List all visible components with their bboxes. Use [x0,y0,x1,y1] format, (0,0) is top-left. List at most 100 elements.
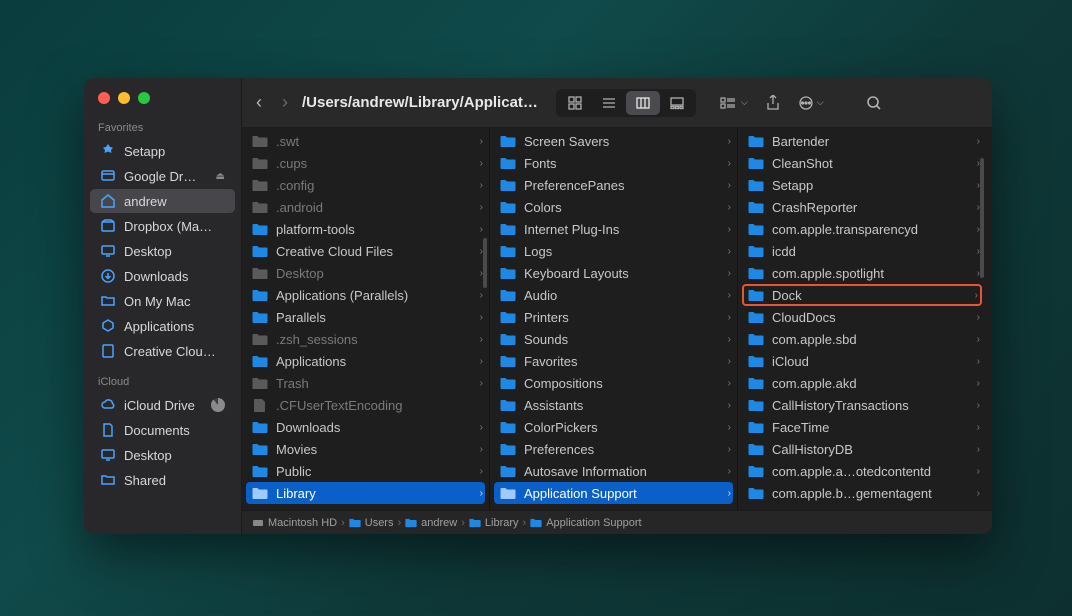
folder-item[interactable]: com.apple.transparencyd› [738,218,986,240]
folder-item[interactable]: Parallels› [242,306,489,328]
folder-item[interactable]: Keyboard Layouts› [490,262,737,284]
folder-item[interactable]: CrashReporter› [738,196,986,218]
folder-item[interactable]: Favorites› [490,350,737,372]
path-segment[interactable]: Application Support [530,517,641,529]
path-segment[interactable]: Users [349,517,394,529]
folder-item[interactable]: .config› [242,174,489,196]
scrollbar[interactable] [980,158,984,278]
group-button[interactable]: ⌵ [720,96,748,110]
folder-item[interactable]: CallHistoryTransactions› [738,394,986,416]
item-label: Bartender [772,134,829,149]
folder-item[interactable]: com.apple.sbd› [738,328,986,350]
chevron-right-icon: › [977,444,980,455]
sidebar-item-documents[interactable]: Documents [90,418,235,442]
sidebar-item-creative-clou-[interactable]: Creative Clou… [90,339,235,363]
folder-item[interactable]: Preferences› [490,438,737,460]
folder-item[interactable]: FaceTime› [738,416,986,438]
folder-item[interactable]: Sounds› [490,328,737,350]
folder-icon [748,333,764,346]
path-segment[interactable]: Library [469,517,519,529]
path-segment[interactable]: andrew [405,517,457,529]
close-button[interactable] [98,92,110,104]
folder-item[interactable]: Audio› [490,284,737,306]
sidebar-item-dropbox-ma-[interactable]: Dropbox (Ma… [90,214,235,238]
folder-item[interactable]: Creative Cloud Files› [242,240,489,262]
sidebar-item-google-dr-[interactable]: Google Dr…⏏ [90,164,235,188]
chevron-right-icon: › [977,400,980,411]
folder-item[interactable]: Applications› [242,350,489,372]
folder-icon [748,223,764,236]
back-button[interactable]: ‹ [256,92,262,113]
folder-item[interactable]: Movies› [242,438,489,460]
folder-item[interactable]: Downloads› [242,416,489,438]
folder-item[interactable]: Dock› [742,284,982,306]
folder-icon [748,135,764,148]
folder-icon [252,465,268,478]
sidebar-item-icloud-drive[interactable]: iCloud Drive [90,393,235,417]
folder-item[interactable]: com.apple.a…otedcontentd› [738,460,986,482]
search-button[interactable] [866,95,882,111]
column-view-button[interactable] [626,91,660,115]
folder-item[interactable]: Autosave Information› [490,460,737,482]
folder-item[interactable]: .swt› [242,130,489,152]
folder-item[interactable]: Screen Savers› [490,130,737,152]
folder-item[interactable]: iCloud› [738,350,986,372]
dropbox-icon [100,218,116,234]
sidebar-item-setapp[interactable]: Setapp [90,139,235,163]
folder-item[interactable]: CloudDocs› [738,306,986,328]
folder-item[interactable]: com.apple.akd› [738,372,986,394]
sidebar-item-desktop[interactable]: Desktop [90,239,235,263]
folder-item[interactable]: Setapp› [738,174,986,196]
folder-item[interactable]: PreferencePanes› [490,174,737,196]
list-view-button[interactable] [592,91,626,115]
folder-item[interactable]: CallHistoryDB› [738,438,986,460]
sidebar-item-shared[interactable]: Shared [90,468,235,492]
zoom-button[interactable] [138,92,150,104]
folder-item[interactable]: Library› [246,482,485,504]
share-button[interactable] [766,95,780,111]
folder-item[interactable]: Desktop› [242,262,489,284]
folder-item[interactable]: Fonts› [490,152,737,174]
folder-item[interactable]: .android› [242,196,489,218]
folder-item[interactable]: Logs› [490,240,737,262]
forward-button[interactable]: › [282,92,288,113]
folder-item[interactable]: com.apple.b…gementagent› [738,482,986,504]
folder-item[interactable]: Application Support› [494,482,733,504]
chevron-right-icon: › [728,444,731,455]
chevron-right-icon: › [977,312,980,323]
folder-icon [500,333,516,346]
folder-item[interactable]: Bartender› [738,130,986,152]
folder-item[interactable]: Public› [242,460,489,482]
folder-item[interactable]: Trash› [242,372,489,394]
folder-item[interactable]: CleanShot› [738,152,986,174]
folder-item[interactable]: Colors› [490,196,737,218]
folder-item[interactable]: FileProvider› [738,504,986,510]
sidebar-item-desktop[interactable]: Desktop [90,443,235,467]
folder-item[interactable]: ColorPickers› [490,416,737,438]
folder-icon [252,421,268,434]
sidebar-item-downloads[interactable]: Downloads [90,264,235,288]
folder-item[interactable]: Compositions› [490,372,737,394]
folder-item[interactable]: com.apple.spotlight› [738,262,986,284]
path-segment[interactable]: Macintosh HD [252,517,337,529]
folder-item[interactable]: Applications (Parallels)› [242,284,489,306]
tags-button[interactable]: ⌵ [798,95,824,111]
eject-icon[interactable]: ⏏ [216,171,225,182]
sidebar-item-applications[interactable]: Applications [90,314,235,338]
sidebar-item-andrew[interactable]: andrew [90,189,235,213]
folder-item[interactable]: Internet Plug-Ins› [490,218,737,240]
minimize-button[interactable] [118,92,130,104]
scrollbar[interactable] [483,238,487,288]
gallery-view-button[interactable] [660,91,694,115]
folder-item[interactable]: .CFUserTextEncoding [242,394,489,416]
folder-item[interactable]: icdd› [738,240,986,262]
googledrive-icon [100,168,116,184]
icon-view-button[interactable] [558,91,592,115]
folder-item[interactable]: .cups› [242,152,489,174]
folder-item[interactable]: .zsh_sessions› [242,328,489,350]
folder-item[interactable]: Printers› [490,306,737,328]
folder-item[interactable]: Assistants› [490,394,737,416]
folder-item[interactable]: platform-tools› [242,218,489,240]
folder-icon [500,201,516,214]
sidebar-item-on-my-mac[interactable]: On My Mac [90,289,235,313]
